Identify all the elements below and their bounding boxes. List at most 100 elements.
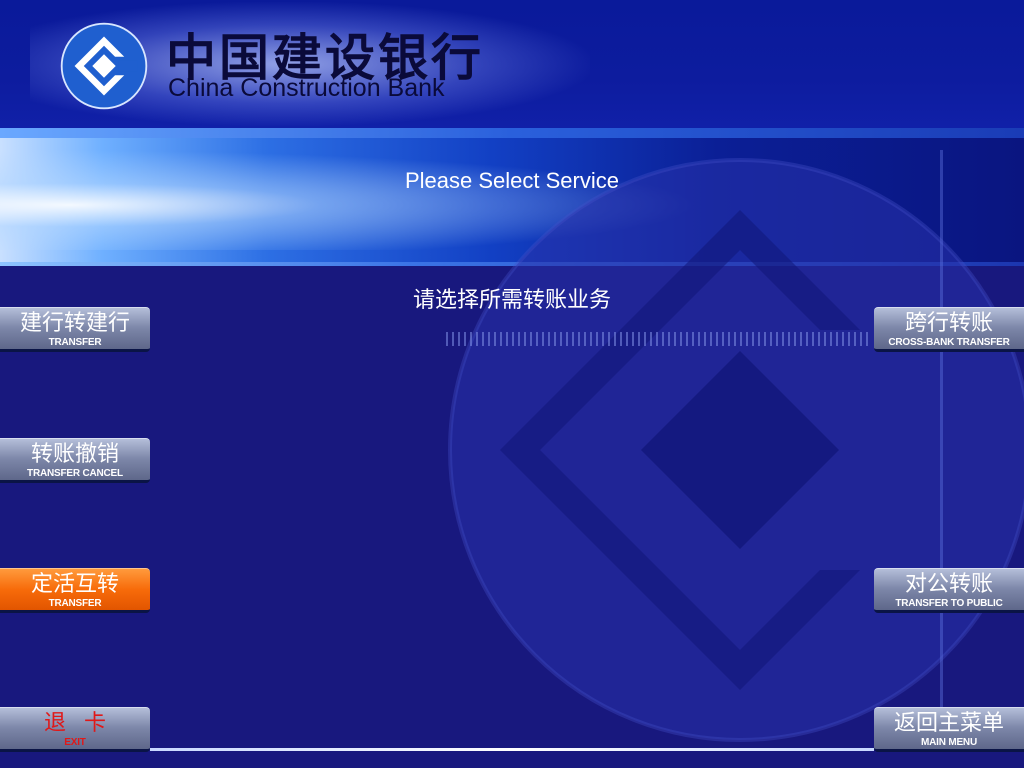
tick-mark	[764, 332, 766, 346]
tick-mark	[734, 332, 736, 346]
tick-mark	[638, 332, 640, 346]
tick-mark	[590, 332, 592, 346]
tick-mark	[710, 332, 712, 346]
tick-mark	[548, 332, 550, 346]
tick-mark	[740, 332, 742, 346]
button-label-en: EXIT	[64, 737, 86, 748]
button-label-en: TRANSFER	[48, 337, 102, 348]
tick-mark	[716, 332, 718, 346]
button-label-en: TRANSFER	[48, 598, 102, 609]
button-label-cn: 跨行转账	[904, 311, 993, 336]
tick-mark	[470, 332, 472, 346]
tick-mark	[854, 332, 856, 346]
tick-mark	[614, 332, 616, 346]
button-label-cn: 返回主菜单	[893, 711, 1004, 736]
tick-mark	[452, 332, 454, 346]
tick-mark	[518, 332, 520, 346]
transfer-cancel-button[interactable]: 转账撤销 TRANSFER CANCEL	[0, 438, 150, 483]
tick-mark	[662, 332, 664, 346]
tick-mark	[830, 332, 832, 346]
tick-mark	[800, 332, 802, 346]
tick-mark	[644, 332, 646, 346]
tick-mark	[752, 332, 754, 346]
tick-mark	[836, 332, 838, 346]
button-label-cn: 对公转账	[904, 572, 993, 597]
tick-mark	[722, 332, 724, 346]
tick-mark	[488, 332, 490, 346]
tick-mark	[824, 332, 826, 346]
button-label-en: CROSS-BANK TRANSFER	[888, 337, 1010, 348]
tick-mark	[554, 332, 556, 346]
button-label-cn: 定活互转	[30, 572, 119, 597]
button-label-cn: 退卡	[43, 711, 124, 736]
tick-mark	[620, 332, 622, 346]
tick-mark	[560, 332, 562, 346]
tick-mark	[608, 332, 610, 346]
tick-mark	[602, 332, 604, 346]
tick-mark	[632, 332, 634, 346]
tick-mark	[776, 332, 778, 346]
tick-mark	[458, 332, 460, 346]
tick-mark	[596, 332, 598, 346]
tick-mark	[806, 332, 808, 346]
tick-mark	[788, 332, 790, 346]
tick-mark	[848, 332, 850, 346]
tick-mark	[656, 332, 658, 346]
button-label-en: TRANSFER CANCEL	[27, 468, 123, 479]
tick-mark	[578, 332, 580, 346]
tick-mark	[674, 332, 676, 346]
tick-mark	[524, 332, 526, 346]
tick-mark	[464, 332, 466, 346]
tick-mark	[446, 332, 448, 346]
tick-mark	[770, 332, 772, 346]
tick-mark	[530, 332, 532, 346]
tick-mark	[698, 332, 700, 346]
cross-bank-transfer-button[interactable]: 跨行转账 CROSS-BANK TRANSFER	[874, 307, 1024, 352]
tick-mark	[746, 332, 748, 346]
divider-tick-pattern	[446, 332, 868, 346]
tick-mark	[728, 332, 730, 346]
bottom-divider-line	[150, 748, 874, 751]
transfer-ccb-to-ccb-button[interactable]: 建行转建行 TRANSFER	[0, 307, 150, 352]
tick-mark	[572, 332, 574, 346]
tick-mark	[668, 332, 670, 346]
button-label-cn: 转账撤销	[30, 442, 119, 467]
tick-mark	[758, 332, 760, 346]
bank-name-english: China Construction Bank	[168, 74, 445, 102]
tick-mark	[782, 332, 784, 346]
tick-mark	[542, 332, 544, 346]
button-label-cn: 建行转建行	[19, 311, 130, 336]
tick-mark	[704, 332, 706, 346]
tick-mark	[584, 332, 586, 346]
screen-title-english: Please Select Service	[405, 168, 619, 193]
tick-mark	[866, 332, 868, 346]
tick-mark	[494, 332, 496, 346]
fixed-current-transfer-button[interactable]: 定活互转 TRANSFER	[0, 568, 150, 613]
tick-mark	[842, 332, 844, 346]
tick-mark	[506, 332, 508, 346]
tick-mark	[626, 332, 628, 346]
button-label-en: MAIN MENU	[921, 737, 977, 748]
exit-card-button[interactable]: 退卡 EXIT	[0, 707, 150, 752]
tick-mark	[500, 332, 502, 346]
transfer-to-public-button[interactable]: 对公转账 TRANSFER TO PUBLIC	[874, 568, 1024, 613]
ccb-emblem-watermark-icon	[448, 150, 1024, 750]
tick-mark	[680, 332, 682, 346]
tick-mark	[482, 332, 484, 346]
tick-mark	[812, 332, 814, 346]
button-label-en: TRANSFER TO PUBLIC	[895, 598, 1003, 609]
banner-top-stripe	[0, 128, 1024, 138]
tick-mark	[650, 332, 652, 346]
tick-mark	[566, 332, 568, 346]
tick-mark	[818, 332, 820, 346]
tick-mark	[536, 332, 538, 346]
tick-mark	[860, 332, 862, 346]
screen-title-chinese: 请选择所需转账业务	[412, 288, 611, 313]
main-menu-button[interactable]: 返回主菜单 MAIN MENU	[874, 707, 1024, 752]
tick-mark	[512, 332, 514, 346]
tick-mark	[476, 332, 478, 346]
tick-mark	[686, 332, 688, 346]
ccb-logo-icon	[60, 22, 148, 110]
tick-mark	[692, 332, 694, 346]
tick-mark	[794, 332, 796, 346]
